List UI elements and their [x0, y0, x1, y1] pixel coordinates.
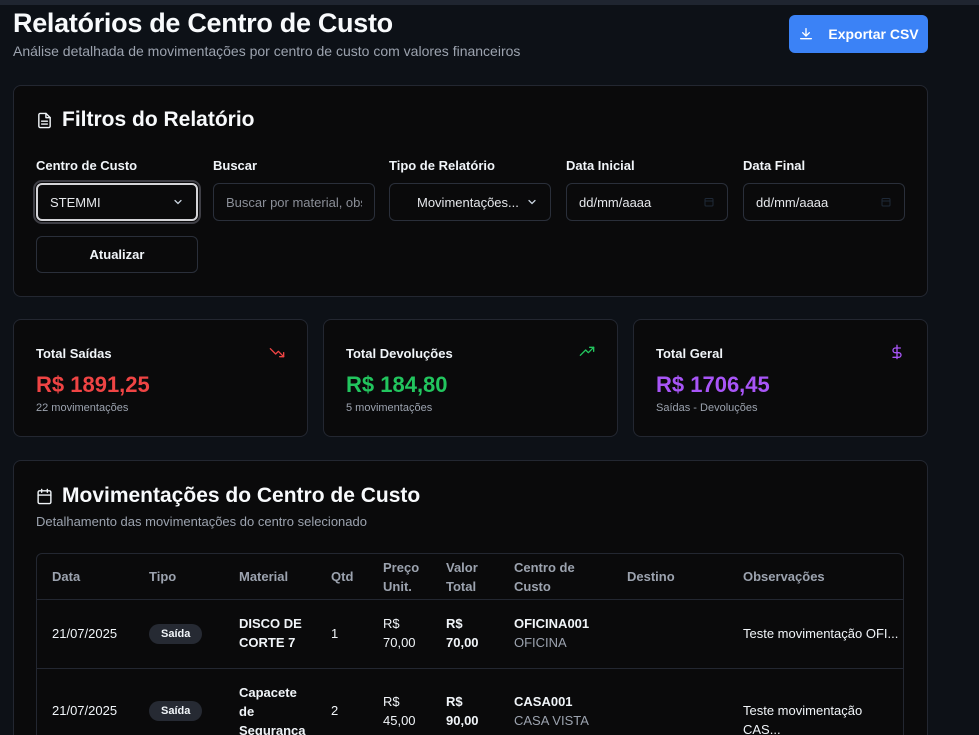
stat-note: Saídas - Devoluções	[656, 402, 758, 414]
calendar-icon[interactable]	[880, 196, 892, 208]
cell-date: 21/07/2025	[52, 703, 118, 718]
type-badge: Saída	[149, 624, 203, 644]
stat-note: 5 movimentações	[346, 402, 433, 414]
stat-value: R$ 184,80	[346, 372, 448, 397]
cell-notes: Teste movimentação OFI...	[743, 626, 899, 641]
cell-material: DISCO DE CORTE 7	[239, 616, 302, 650]
column-header[interactable]: Qtd	[331, 554, 371, 599]
movements-table: Data Tipo Material Qtd Preço Unit. Valor…	[36, 553, 904, 735]
column-header[interactable]: Valor Total	[446, 554, 490, 599]
refresh-button[interactable]: Atualizar	[36, 236, 198, 273]
cell-total: R$ 90,00	[446, 694, 479, 728]
movements-title: Movimentações do Centro de Custo	[36, 484, 420, 508]
column-header[interactable]: Centro de Custo	[514, 554, 584, 599]
page-header: Relatórios de Centro de Custo Análise de…	[13, 5, 928, 85]
movements-title-text: Movimentações do Centro de Custo	[62, 484, 421, 507]
column-header[interactable]: Preço Unit.	[383, 554, 427, 599]
export-csv-button[interactable]: Exportar CSV	[789, 15, 928, 53]
search-input[interactable]	[226, 194, 362, 210]
start-date-value: dd/mm/aaaa	[579, 194, 652, 210]
file-text-icon	[38, 112, 51, 128]
report-type-select[interactable]: Movimentações...	[389, 183, 551, 221]
row-divider	[37, 668, 903, 669]
report-type-label: Tipo de Relatório	[389, 158, 495, 173]
stat-label: Total Devoluções	[346, 346, 453, 361]
column-header[interactable]: Material	[239, 554, 319, 599]
filters-title: Filtros do Relatório	[36, 108, 255, 132]
movements-card: Movimentações do Centro de Custo Detalha…	[13, 460, 928, 735]
stat-label: Total Geral	[656, 346, 723, 361]
stat-label: Total Saídas	[36, 346, 112, 361]
cell-qty: 2	[331, 703, 339, 718]
cost-center-value: STEMMI	[50, 194, 101, 210]
stat-value: R$ 1706,45	[656, 372, 770, 397]
column-header[interactable]: Data	[52, 554, 132, 599]
trending-up-icon	[579, 346, 595, 356]
search-label: Buscar	[213, 158, 258, 173]
cell-center-code: OFICINA001	[514, 616, 590, 631]
search-field[interactable]	[213, 183, 375, 221]
cost-center-select[interactable]: STEMMI	[33, 180, 201, 224]
cell-date: 21/07/2025	[52, 626, 118, 641]
report-type-value: Movimentações...	[417, 194, 519, 210]
filters-title-text: Filtros do Relatório	[62, 108, 255, 131]
column-header[interactable]: Observações	[743, 554, 863, 599]
start-date-input[interactable]: dd/mm/aaaa	[566, 183, 728, 221]
chevron-down-icon	[174, 199, 182, 205]
trending-down-icon	[269, 348, 285, 358]
download-icon	[800, 28, 813, 40]
end-date-label: Data Final	[743, 158, 806, 173]
stat-card-returns: Total Devoluções R$ 184,80 5 movimentaçõ…	[323, 319, 618, 437]
header-divider	[37, 599, 903, 600]
cell-unit-price: R$ 45,00	[383, 694, 416, 728]
page-title: Relatórios de Centro de Custo	[13, 8, 393, 38]
cell-material: Capacete de Segurança	[239, 685, 306, 735]
export-csv-label: Exportar CSV	[828, 26, 919, 42]
chevron-down-icon	[528, 199, 536, 205]
cell-qty: 1	[331, 626, 339, 641]
cell-total: R$ 70,00	[446, 616, 479, 650]
column-header[interactable]: Destino	[627, 554, 707, 599]
start-date-label: Data Inicial	[566, 158, 635, 173]
end-date-input[interactable]: dd/mm/aaaa	[743, 183, 905, 221]
filters-card: Filtros do Relatório Centro de Custo STE…	[13, 85, 928, 297]
cell-notes: Teste movimentação CAS...	[743, 703, 863, 735]
stat-card-total: Total Geral R$ 1706,45 Saídas - Devoluçõ…	[633, 319, 928, 437]
cell-unit-price: R$ 70,00	[383, 616, 416, 650]
cell-center-name: OFICINA	[514, 635, 567, 650]
page: Relatórios de Centro de Custo Análise de…	[13, 5, 928, 735]
calendar-icon[interactable]	[703, 196, 715, 208]
dollar-icon	[892, 344, 902, 360]
movements-subtitle: Detalhamento das movimentações do centro…	[36, 514, 367, 529]
cell-center-code: CASA001	[514, 694, 573, 709]
cell-center-name: CASA VISTA	[514, 713, 589, 728]
end-date-value: dd/mm/aaaa	[756, 194, 829, 210]
column-header[interactable]: Tipo	[149, 554, 219, 599]
calendar-icon	[37, 488, 52, 504]
type-badge: Saída	[149, 701, 203, 721]
stat-note: 22 movimentações	[36, 402, 129, 414]
page-subtitle: Análise detalhada de movimentações por c…	[13, 43, 521, 59]
stat-card-exits: Total Saídas R$ 1891,25 22 movimentações	[13, 319, 308, 437]
cost-center-label: Centro de Custo	[36, 158, 138, 173]
stat-value: R$ 1891,25	[36, 372, 150, 397]
